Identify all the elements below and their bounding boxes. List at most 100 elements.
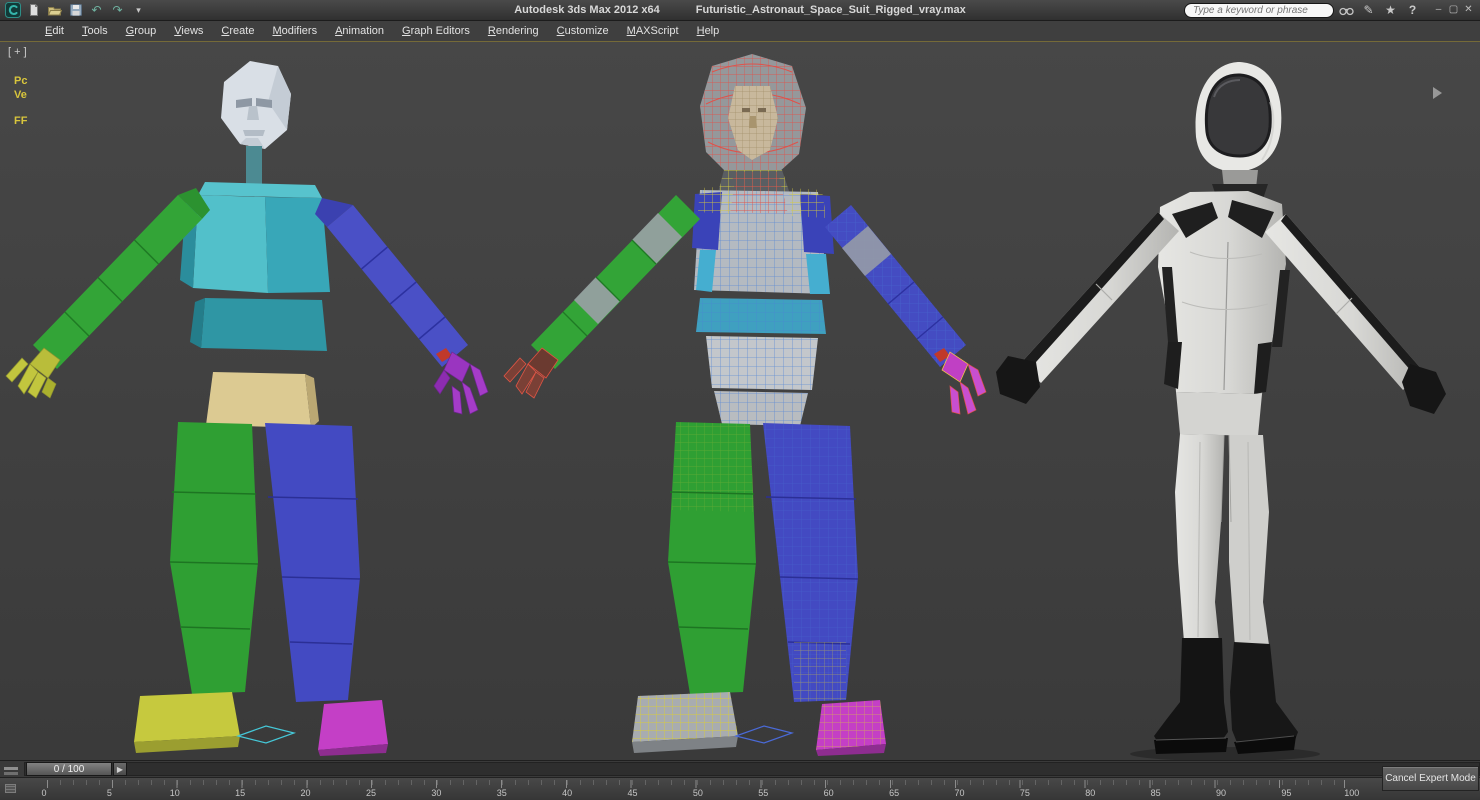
file-title: Futuristic_Astronaut_Space_Suit_Rigged_v… — [695, 4, 966, 16]
menu-item-views[interactable]: Views — [165, 22, 212, 40]
infocenter-help-icon[interactable]: ? — [1403, 2, 1422, 19]
model-textured-suit[interactable] — [996, 62, 1446, 760]
tick-label: 25 — [365, 788, 376, 798]
tick-label: 75 — [1019, 788, 1030, 798]
track-bar[interactable]: 0 5 10 15 20 25 30 35 40 45 50 55 60 65 70 75 80 85 90 95 10… — [0, 777, 1480, 800]
lowpoly-leg-right[interactable] — [265, 423, 388, 756]
menu-item-maxscript[interactable]: MAXScript — [618, 22, 688, 40]
close-icon[interactable]: ✕ — [1461, 2, 1476, 19]
lowpoly-foot-left[interactable] — [134, 692, 240, 753]
viewport[interactable]: [ + ] Pc Ve FF — [0, 41, 1480, 760]
model-wireframe-overlay[interactable] — [503, 54, 987, 756]
suit-boot-left[interactable] — [1154, 638, 1228, 754]
lowpoly-abdomen[interactable] — [190, 298, 327, 351]
suit-glove-left[interactable] — [996, 356, 1040, 404]
suit-glove-right[interactable] — [1402, 364, 1446, 414]
menu-item-edit[interactable]: Edit — [36, 22, 73, 40]
helper-marker[interactable] — [733, 725, 795, 744]
open-file-icon[interactable] — [45, 2, 64, 19]
window-title: Autodesk 3ds Max 2012 x64 Futuristic_Ast… — [514, 4, 966, 16]
titlebar: ↶ ↷ ▾ Autodesk 3ds Max 2012 x64 Futurist… — [0, 0, 1480, 21]
quick-access-toolbar: ↶ ↷ ▾ — [0, 2, 148, 19]
menu-item-rendering[interactable]: Rendering — [479, 22, 548, 40]
menu-item-tools[interactable]: Tools — [73, 22, 117, 40]
bottom-bar: 0 / 100 ▶ 0 5 10 15 20 25 30 35 40 45 50 55 60 65 70 75… — [0, 760, 1480, 800]
wireframe-chest[interactable] — [692, 172, 834, 294]
next-frame-icon[interactable]: ▶ — [113, 762, 127, 776]
menu-item-animation[interactable]: Animation — [326, 22, 393, 40]
undo-icon[interactable]: ↶ — [87, 2, 106, 19]
time-slider-row: 0 / 100 ▶ — [0, 760, 1480, 777]
favorites-star-icon[interactable]: ★ — [1381, 2, 1400, 19]
tick-label: 45 — [627, 788, 638, 798]
wireframe-arm-left[interactable] — [503, 195, 700, 399]
menu-item-customize[interactable]: Customize — [548, 22, 618, 40]
tick-label: 70 — [954, 788, 965, 798]
viewport-menu-label[interactable]: [ + ] — [8, 46, 27, 58]
suit-boot-right[interactable] — [1230, 642, 1298, 754]
viewport-side-label: Ve — [14, 89, 27, 101]
viewport-side-label: FF — [14, 115, 28, 127]
tick-label: 55 — [758, 788, 769, 798]
tick-label: 30 — [431, 788, 442, 798]
redo-icon[interactable]: ↷ — [108, 2, 127, 19]
time-slider-handle[interactable]: 0 / 100 — [26, 762, 112, 776]
tick-label: 60 — [823, 788, 834, 798]
tick-label: 0 — [41, 788, 47, 798]
lowpoly-foot-right[interactable] — [318, 700, 388, 756]
toolbar-overflow-icon[interactable]: ▾ — [129, 2, 148, 19]
tick-label: 35 — [496, 788, 507, 798]
suit-torso[interactable] — [1158, 191, 1290, 394]
tick-label: 20 — [300, 788, 311, 798]
trackbar-options-icon[interactable] — [5, 784, 16, 793]
menubar: Edit Tools Group Views Create Modifiers Animat… — [0, 21, 1480, 41]
time-slider-track[interactable] — [24, 762, 1480, 776]
communication-center-icon[interactable]: ✎ — [1359, 2, 1378, 19]
wireframe-foot-left[interactable] — [632, 692, 738, 753]
wireframe-leg-left[interactable] — [632, 422, 757, 753]
menu-item-graph-editors[interactable]: Graph Editors — [393, 22, 479, 40]
lowpoly-head[interactable] — [221, 61, 291, 149]
suit-arm-left[interactable] — [996, 212, 1179, 404]
wireframe-foot-right[interactable] — [816, 700, 886, 756]
lowpoly-neck[interactable] — [246, 146, 262, 184]
tick-label: 50 — [692, 788, 703, 798]
menu-item-group[interactable]: Group — [117, 22, 166, 40]
major-ticks — [47, 780, 1345, 788]
wireframe-abdomen[interactable] — [696, 298, 826, 426]
trackbar-ruler[interactable]: 0 5 10 15 20 25 30 35 40 45 50 55 60 65 70 75 80 85 90 95 10… — [40, 778, 1359, 800]
tick-label: 10 — [169, 788, 180, 798]
wireframe-arm-right[interactable] — [825, 205, 987, 415]
app-logo-icon[interactable] — [3, 2, 22, 19]
lowpoly-hand-left[interactable] — [5, 347, 61, 399]
lowpoly-pelvis[interactable] — [206, 372, 311, 428]
wireframe-leg-right[interactable] — [763, 423, 886, 756]
suit-arm-right[interactable] — [1265, 214, 1446, 414]
save-file-icon[interactable] — [66, 2, 85, 19]
lowpoly-arm-right[interactable] — [315, 198, 489, 415]
viewport-side-label: Pc — [14, 75, 28, 87]
new-scene-icon[interactable] — [24, 2, 43, 19]
cancel-expert-mode-button[interactable]: Cancel Expert Mode — [1382, 766, 1479, 791]
menu-item-modifiers[interactable]: Modifiers — [263, 22, 326, 40]
wireframe-hand-right[interactable] — [941, 351, 987, 415]
lowpoly-arm-left[interactable] — [5, 188, 210, 399]
viewport-canvas[interactable] — [0, 42, 1480, 760]
search-binoculars-icon[interactable] — [1337, 2, 1356, 19]
lowpoly-leg-left[interactable] — [134, 422, 259, 753]
minimize-icon[interactable]: – — [1431, 2, 1446, 19]
search-input[interactable] — [1184, 2, 1334, 18]
viewport-nav-arrow-icon[interactable] — [1433, 87, 1442, 99]
tick-label: 15 — [235, 788, 246, 798]
suit-legs[interactable] — [1175, 392, 1269, 647]
wireframe-hand-left[interactable] — [503, 347, 559, 399]
trackbar-ruler-labels: 0 5 10 15 20 25 30 35 40 45 50 55 60 65 70 75 80 85 90 95 10… — [36, 788, 1360, 798]
tick-label: 90 — [1216, 788, 1227, 798]
menu-item-help[interactable]: Help — [688, 22, 729, 40]
maximize-icon[interactable]: ▢ — [1446, 2, 1461, 19]
suit-helmet[interactable] — [1195, 62, 1282, 172]
menu-item-create[interactable]: Create — [212, 22, 263, 40]
helper-marker[interactable] — [235, 725, 297, 744]
model-lowpoly-rig[interactable] — [5, 61, 489, 756]
tick-label: 95 — [1281, 788, 1292, 798]
